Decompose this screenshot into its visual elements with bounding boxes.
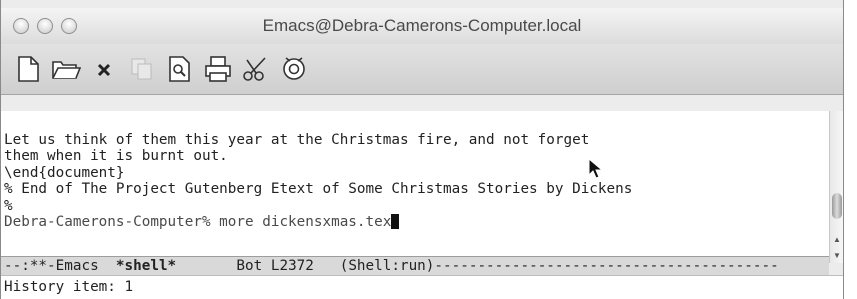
title-bar: Emacs@Debra-Camerons-Computer.local: [1, 8, 843, 44]
buffer-position: Bot L2372: [176, 258, 340, 274]
toolbar: [1, 44, 843, 95]
window-title: Emacs@Debra-Camerons-Computer.local: [262, 16, 582, 35]
mode-line: --:**-Emacs *shell* Bot L2372 (Shell:run…: [1, 256, 829, 275]
vertical-scrollbar[interactable]: ▲ ▼: [829, 111, 843, 263]
modeline-suffix: ----------------------------------------: [434, 258, 779, 274]
mouse-pointer-icon: [588, 158, 604, 179]
close-icon[interactable]: [89, 54, 119, 84]
buffer-line: \end{document}: [4, 164, 125, 181]
modeline-prefix: --:**-Emacs: [4, 258, 116, 274]
print-icon[interactable]: [203, 54, 233, 84]
copy-icon[interactable]: [127, 54, 157, 84]
emacs-window: Emacs@Debra-Camerons-Computer.local Let …: [0, 0, 844, 299]
new-file-icon[interactable]: [13, 54, 43, 84]
search-icon[interactable]: [165, 54, 195, 84]
cut-icon[interactable]: [241, 54, 271, 84]
settings-icon[interactable]: [279, 54, 309, 84]
buffer-name: *shell*: [115, 258, 177, 274]
buffer-line: % End of The Project Gutenberg Etext of …: [4, 181, 633, 197]
buffer-line: %: [4, 197, 13, 214]
scroll-down-arrow-icon[interactable]: ▼: [833, 251, 841, 260]
shell-prompt-line: Debra-Camerons-Computer% more dickensxma…: [4, 214, 392, 230]
open-folder-icon[interactable]: [51, 54, 81, 84]
text-cursor: [391, 214, 400, 229]
buffer-line: Let us think of them this year at the Ch…: [4, 131, 590, 148]
major-mode: (Shell:run): [339, 258, 435, 274]
scrollbar-thumb[interactable]: [832, 193, 842, 219]
buffer-line: them when it is burnt out.: [4, 148, 228, 164]
scroll-up-arrow-icon[interactable]: ▲: [833, 235, 841, 244]
minibuffer[interactable]: History item: 1: [1, 275, 843, 299]
shell-buffer[interactable]: Let us think of them this year at the Ch…: [1, 111, 829, 256]
